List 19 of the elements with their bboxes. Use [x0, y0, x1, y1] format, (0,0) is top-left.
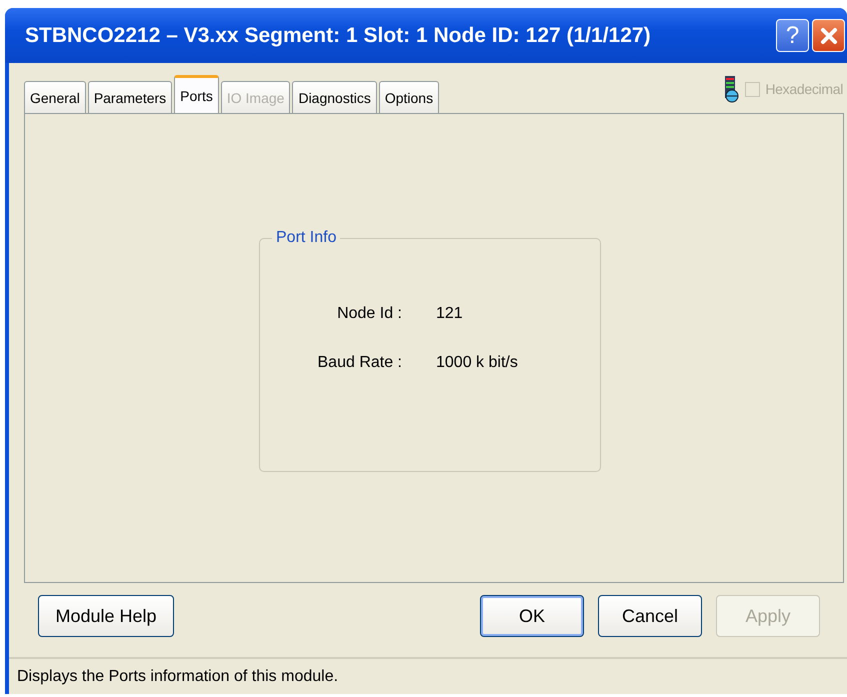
button[interactable]: Cancel: [598, 595, 702, 637]
tab[interactable]: Ports: [174, 75, 219, 113]
field-value: 1000 k bit/s: [436, 354, 519, 372]
tab[interactable]: Parameters: [88, 81, 172, 113]
field-value: 121: [436, 305, 464, 323]
close-icon: [818, 26, 838, 46]
module-help-button[interactable]: Module Help: [38, 595, 174, 637]
checkbox-label: Hexadecimal: [765, 81, 843, 97]
group-title: Port Info: [275, 229, 338, 247]
field-label: Baud Rate :: [316, 354, 402, 372]
tab[interactable]: General: [24, 81, 86, 113]
button[interactable]: OK: [480, 595, 584, 637]
tab[interactable]: Options: [378, 81, 440, 113]
window-title: STBNCO2212 – V3.xx Segment: 1 Slot: 1 Node ID: 127 (1/1/127): [25, 24, 651, 48]
close-button[interactable]: [812, 19, 845, 52]
device-icon: [723, 75, 740, 103]
tab[interactable]: Diagnostics: [292, 81, 377, 113]
status-text: Displays the Ports information of this module.: [17, 668, 338, 686]
field-label: Node Id :: [336, 305, 402, 323]
